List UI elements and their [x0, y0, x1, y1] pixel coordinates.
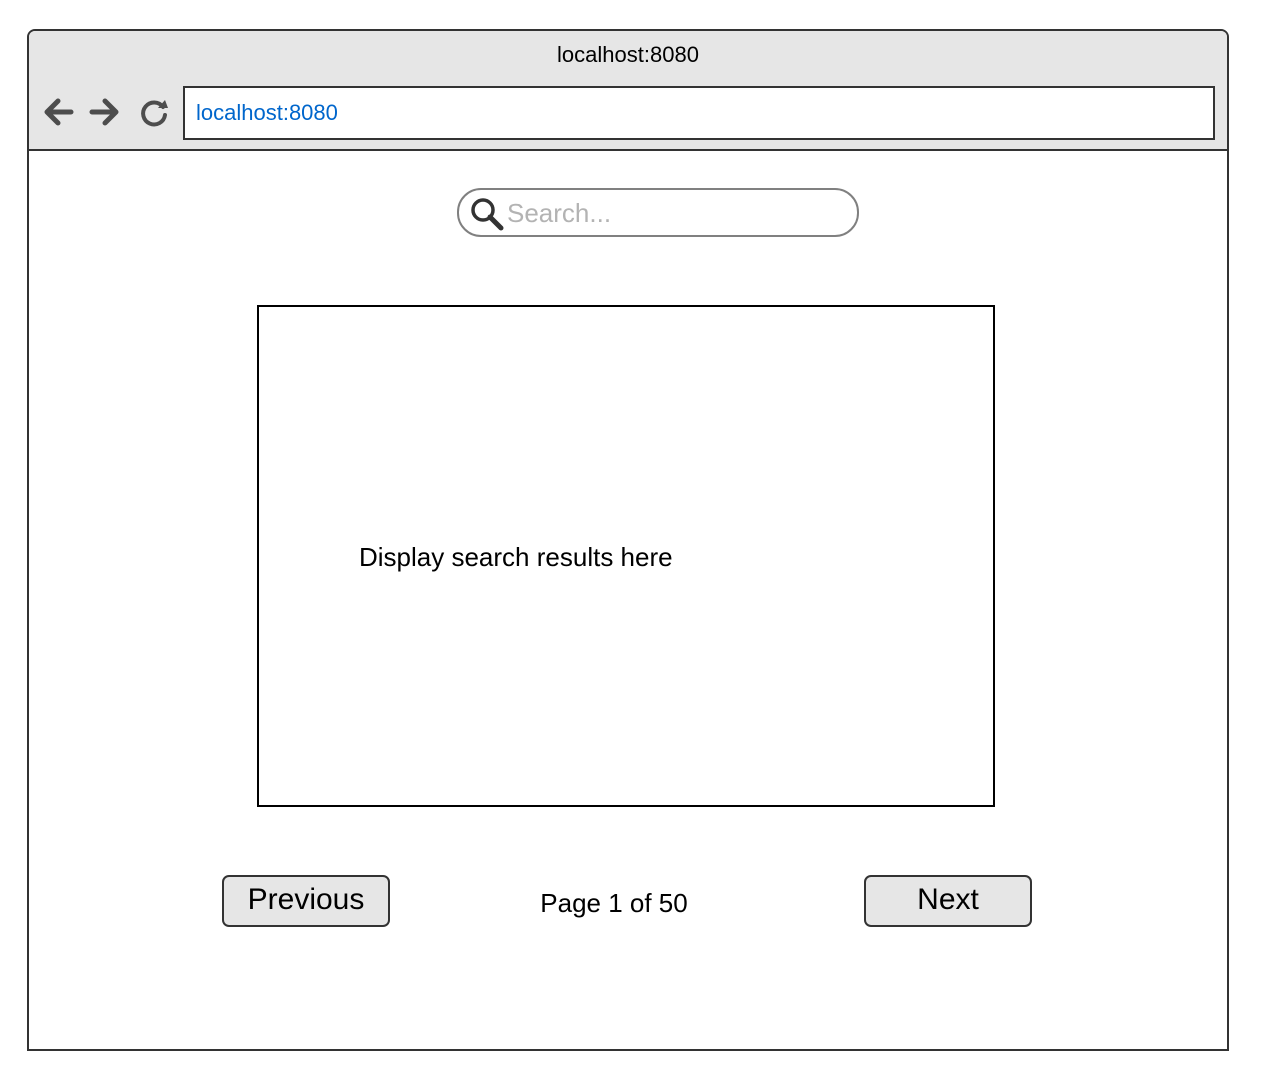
- next-button[interactable]: Next: [864, 875, 1032, 927]
- results-placeholder-text: Display search results here: [359, 542, 673, 572]
- address-bar[interactable]: [183, 86, 1215, 140]
- browser-window: localhost:8080 Displ: [27, 29, 1229, 1051]
- search-icon: [469, 196, 505, 232]
- reload-button[interactable]: [135, 93, 173, 131]
- back-button[interactable]: [39, 93, 77, 131]
- browser-toolbar: localhost:8080: [29, 31, 1227, 151]
- arrow-right-icon: [89, 98, 119, 126]
- forward-button[interactable]: [86, 93, 124, 131]
- reload-icon: [141, 100, 168, 127]
- search-results-panel: Display search results here: [257, 305, 995, 807]
- previous-button[interactable]: Previous: [222, 875, 390, 927]
- window-title: localhost:8080: [557, 42, 699, 67]
- arrow-left-icon: [44, 98, 74, 126]
- search-box[interactable]: [457, 188, 859, 237]
- page-indicator: Page 1 of 50: [540, 888, 688, 918]
- search-input[interactable]: [507, 194, 847, 232]
